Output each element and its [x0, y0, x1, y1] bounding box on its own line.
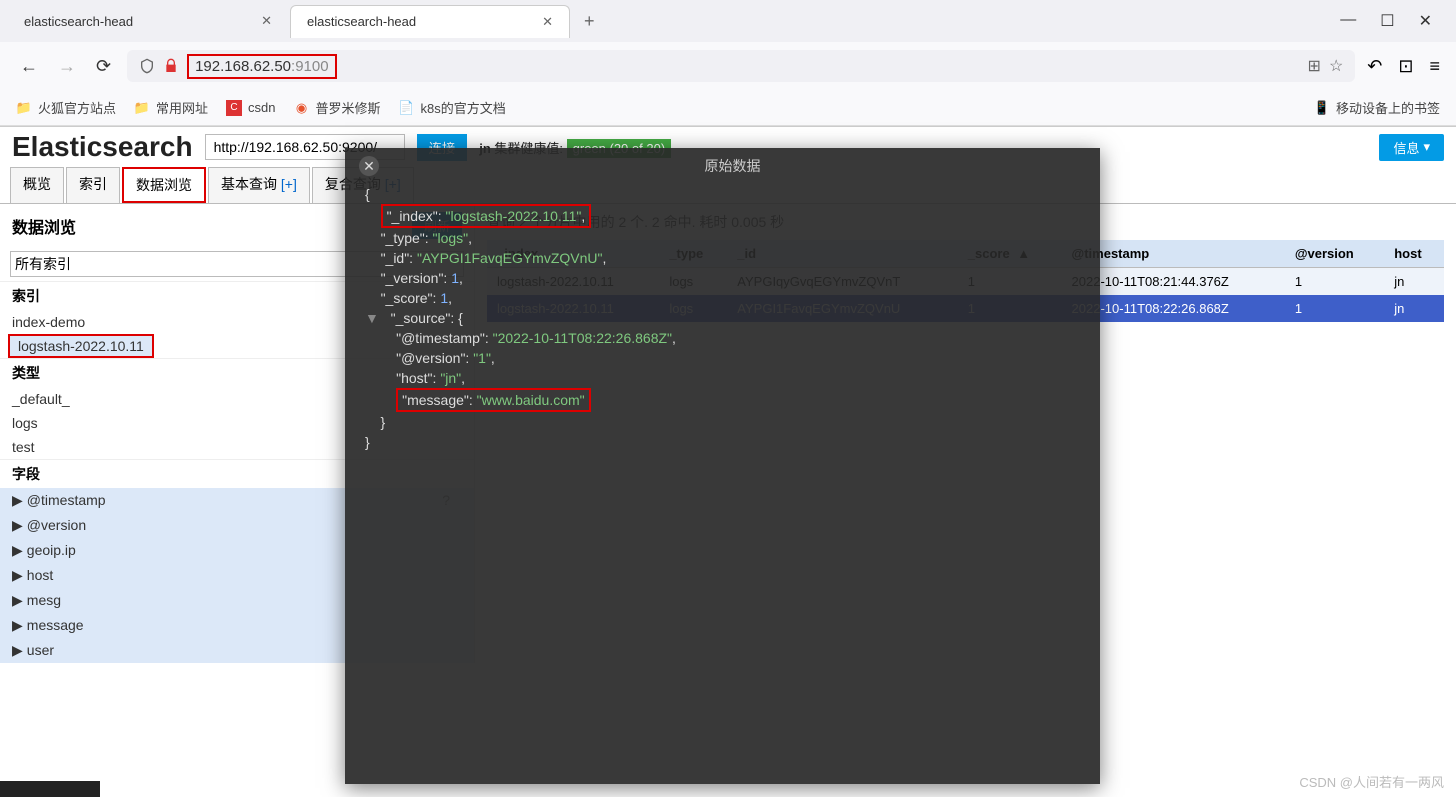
reload-button[interactable]: ⟳ [92, 52, 115, 81]
forward-button[interactable]: → [54, 52, 80, 81]
overlay-header: ✕ 原始数据 [345, 148, 1100, 184]
doc-icon: 📄 [399, 100, 415, 116]
url-text: 192.168.62.50:9100 [187, 58, 1299, 75]
menu-icon[interactable]: ≡ [1429, 56, 1440, 77]
close-icon[interactable]: ✕ [542, 14, 553, 30]
bookmark-prometheus[interactable]: ◉ 普罗米修斯 [294, 98, 381, 117]
tab-overview[interactable]: 概览 [10, 167, 64, 203]
close-icon[interactable]: ✕ [359, 156, 379, 176]
col-version[interactable]: @version [1285, 240, 1384, 268]
prometheus-icon: ◉ [294, 100, 310, 116]
lock-icon[interactable] [163, 58, 179, 74]
url-bar[interactable]: 192.168.62.50:9100 ⊞ ☆ [127, 50, 1355, 82]
close-icon[interactable]: ✕ [261, 13, 272, 29]
right-toolbar: ↶ ⊡ ≡ [1367, 56, 1440, 77]
csdn-icon: C [226, 100, 242, 116]
overlay-title: 原始数据 [705, 156, 761, 176]
folder-icon: 📁 [16, 100, 32, 116]
tab-indices[interactable]: 索引 [66, 167, 120, 203]
shield-icon[interactable] [139, 58, 155, 74]
browser-tab-1[interactable]: elasticsearch-head ✕ [290, 5, 570, 38]
window-controls: — ☐ ✕ [1340, 11, 1448, 31]
tabs-row: elasticsearch-head ✕ elasticsearch-head … [0, 0, 1456, 42]
bookmark-mobile[interactable]: 📱 移动设备上的书签 [1314, 98, 1440, 117]
crop-icon[interactable]: ⊡ [1398, 56, 1413, 77]
bookmark-star-icon[interactable]: ☆ [1329, 56, 1343, 76]
nav-row: ← → ⟳ 192.168.62.50:9100 ⊞ ☆ ↶ ⊡ ≡ [0, 42, 1456, 90]
bookmark-firefox[interactable]: 📁 火狐官方站点 [16, 98, 116, 117]
qr-icon[interactable]: ⊞ [1308, 56, 1321, 76]
close-window-button[interactable]: ✕ [1419, 11, 1432, 31]
collapse-icon[interactable]: ▼ [365, 310, 379, 326]
bookmark-common[interactable]: 📁 常用网址 [134, 98, 208, 117]
browser-tab-0[interactable]: elasticsearch-head ✕ [8, 5, 288, 37]
new-tab-button[interactable]: + [572, 3, 607, 40]
tab-title: elasticsearch-head [307, 14, 416, 29]
bookmarks-bar: 📁 火狐官方站点 📁 常用网址 C csdn ◉ 普罗米修斯 📄 k8s的官方文… [0, 90, 1456, 126]
tab-browse[interactable]: 数据浏览 [122, 167, 206, 203]
json-content: { "_index": "logstash-2022.10.11", "_typ… [345, 184, 1100, 452]
raw-data-overlay: ✕ 原始数据 { "_index": "logstash-2022.10.11"… [345, 148, 1100, 784]
tab-title: elasticsearch-head [24, 14, 133, 29]
chevron-down-icon: ▾ [1423, 139, 1430, 155]
bookmark-k8s[interactable]: 📄 k8s的官方文档 [399, 98, 506, 117]
col-host[interactable]: host [1384, 240, 1444, 268]
browser-chrome: elasticsearch-head ✕ elasticsearch-head … [0, 0, 1456, 127]
folder-icon: 📁 [134, 100, 150, 116]
mobile-icon: 📱 [1314, 100, 1330, 116]
dev-bar [0, 781, 100, 797]
app-title: Elasticsearch [12, 131, 193, 163]
tab-basic-query[interactable]: 基本查询 [+] [208, 167, 310, 203]
undo-icon[interactable]: ↶ [1367, 56, 1382, 77]
back-button[interactable]: ← [16, 52, 42, 81]
bookmark-csdn[interactable]: C csdn [226, 100, 275, 116]
info-button[interactable]: 信息▾ [1379, 134, 1444, 161]
index-item-logstash[interactable]: logstash-2022.10.11 [8, 334, 154, 358]
maximize-button[interactable]: ☐ [1380, 11, 1394, 31]
watermark: CSDN @人间若有一两风 [1299, 772, 1444, 791]
minimize-button[interactable]: — [1340, 11, 1356, 31]
